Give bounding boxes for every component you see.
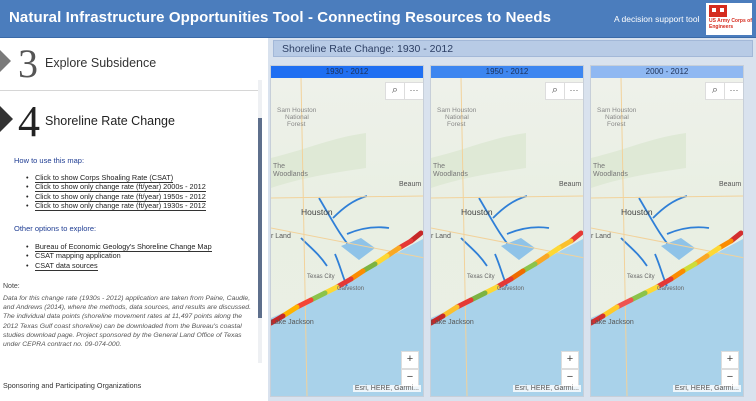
forest-area: [271, 133, 366, 188]
map-tab-label: 2000 - 2012: [645, 67, 689, 76]
more-options-icon[interactable]: ···: [404, 82, 423, 100]
svg-text:Forest: Forest: [287, 121, 306, 128]
step-number: 3: [18, 41, 38, 86]
svg-text:National: National: [445, 114, 469, 121]
map-label-texas-city: Texas City: [307, 274, 335, 280]
logo-text: US Army Corps of Engineers: [709, 18, 752, 30]
step-label: Explore Subsidence: [45, 56, 157, 70]
map-2000-2012[interactable]: 2000 - 2012 Sam Houston National Forest …: [590, 65, 744, 397]
list-item[interactable]: Bureau of Economic Geology's Shoreline C…: [26, 242, 212, 252]
map-panel: Shoreline Rate Change: 1930 - 2012 1930 …: [268, 38, 756, 401]
more-options-icon[interactable]: ···: [564, 82, 583, 100]
map-label-beaumont: Beaum: [559, 181, 581, 188]
sponsor-heading: Sponsoring and Participating Organizatio…: [3, 381, 142, 390]
map-attribution: Esri, HERE, Garmi...: [512, 385, 581, 392]
zoom-in-button[interactable]: +: [721, 351, 739, 369]
map-tab[interactable]: 1930 - 2012: [271, 66, 423, 78]
other-options-heading: Other options to explore:: [14, 224, 97, 233]
svg-text:National: National: [605, 114, 629, 121]
svg-text:Woodlands: Woodlands: [273, 171, 308, 178]
map-label-houston: Houston: [621, 207, 653, 217]
usace-logo: US Army Corps of Engineers: [706, 3, 752, 35]
map-label-land: r Land: [591, 233, 611, 240]
svg-text:Forest: Forest: [447, 121, 466, 128]
other-options-list: Bureau of Economic Geology's Shoreline C…: [26, 242, 212, 271]
link-show-1930s[interactable]: Click to show only change rate (ft/year)…: [35, 201, 206, 212]
map-label-houston: Houston: [461, 207, 493, 217]
map-1950-2012[interactable]: 1950 - 2012 Sam Houston National Forest …: [430, 65, 584, 397]
more-options-icon[interactable]: ···: [724, 82, 743, 100]
basemap-svg: Sam Houston National Forest The Woodland…: [271, 78, 423, 396]
step-4-shoreline-rate-change[interactable]: 4 Shoreline Rate Change: [0, 92, 260, 156]
map-label-beaumont: Beaum: [719, 181, 741, 188]
map-tab[interactable]: 1950 - 2012: [431, 66, 583, 78]
search-icon[interactable]: ⌕: [545, 82, 565, 100]
zoom-in-button[interactable]: +: [561, 351, 579, 369]
map-label-forest: Sam Houston: [597, 107, 637, 114]
forest-area: [591, 133, 686, 188]
chevron-right-icon: [0, 50, 11, 72]
map-label-lake-jackson: Lake Jackson: [271, 319, 314, 326]
map-1930-2012[interactable]: 1930 - 2012 Sam Houston National Forest …: [270, 65, 424, 397]
map-label-forest: Sam Houston: [437, 107, 477, 114]
castle-icon: [709, 5, 727, 17]
chevron-right-icon: [0, 106, 13, 132]
list-item[interactable]: CSAT mapping application: [26, 251, 212, 261]
list-item[interactable]: Click to show only change rate (ft/year)…: [26, 182, 206, 193]
zoom-in-button[interactable]: +: [401, 351, 419, 369]
svg-text:Forest: Forest: [607, 121, 626, 128]
list-item[interactable]: Click to show Corps Shoaling Rate (CSAT): [26, 173, 206, 183]
map-tab-label: 1930 - 2012: [325, 67, 369, 76]
map-attribution: Esri, HERE, Garmi...: [672, 385, 741, 392]
list-item[interactable]: Click to show only change rate (ft/year)…: [26, 201, 206, 212]
basemap-svg: Sam Houston National Forest The Woodland…: [431, 78, 583, 396]
svg-text:National: National: [285, 114, 309, 121]
map-label-land: r Land: [431, 233, 451, 240]
panel-title-bar: Shoreline Rate Change: 1930 - 2012: [273, 40, 753, 57]
sidebar: 3 Explore Subsidence 4 Shoreline Rate Ch…: [0, 38, 269, 401]
map-tab-label: 1950 - 2012: [485, 67, 529, 76]
map-label-woodlands: The: [273, 163, 285, 170]
forest-area: [431, 133, 526, 188]
note-title: Note:: [3, 283, 20, 290]
map-label-galveston: Galveston: [337, 286, 364, 292]
map-label-galveston: Galveston: [657, 286, 684, 292]
app-subtitle: A decision support tool: [614, 14, 700, 24]
note-body: Data for this change rate (1930s - 2012)…: [3, 295, 251, 349]
link-csat-sources[interactable]: CSAT data sources: [35, 260, 98, 271]
step-3-explore-subsidence[interactable]: 3 Explore Subsidence: [0, 38, 260, 91]
step-number: 4: [18, 97, 40, 146]
how-to-heading: How to use this map:: [14, 156, 85, 165]
app-title: Natural Infrastructure Opportunities Too…: [9, 9, 552, 26]
map-label-forest: Sam Houston: [277, 107, 317, 114]
list-item[interactable]: CSAT data sources: [26, 260, 212, 271]
map-label-lake-jackson: Lake Jackson: [591, 319, 634, 326]
map-label-galveston: Galveston: [497, 286, 524, 292]
how-to-list: Click to show Corps Shoaling Rate (CSAT)…: [26, 173, 206, 212]
map-label-woodlands: The: [593, 163, 605, 170]
map-label-lake-jackson: Lake Jackson: [431, 319, 474, 326]
map-label-land: r Land: [271, 233, 291, 240]
step-label: Shoreline Rate Change: [45, 114, 175, 128]
panel-title: Shoreline Rate Change: 1930 - 2012: [282, 43, 454, 55]
sidebar-scroll-thumb[interactable]: [258, 118, 262, 318]
search-icon[interactable]: ⌕: [705, 82, 725, 100]
svg-text:Woodlands: Woodlands: [593, 171, 628, 178]
map-label-texas-city: Texas City: [467, 274, 495, 280]
map-label-houston: Houston: [301, 207, 333, 217]
map-tab[interactable]: 2000 - 2012: [591, 66, 743, 78]
app-header: Natural Infrastructure Opportunities Too…: [0, 0, 756, 38]
map-label-texas-city: Texas City: [627, 274, 655, 280]
search-icon[interactable]: ⌕: [385, 82, 405, 100]
svg-text:Woodlands: Woodlands: [433, 171, 468, 178]
map-label-beaumont: Beaum: [399, 181, 421, 188]
map-label-woodlands: The: [433, 163, 445, 170]
basemap-svg: Sam Houston National Forest The Woodland…: [591, 78, 743, 396]
link-csat-mapping[interactable]: CSAT mapping application: [35, 251, 121, 260]
map-attribution: Esri, HERE, Garmi...: [352, 385, 421, 392]
list-item[interactable]: Click to show only change rate (ft/year)…: [26, 191, 206, 202]
